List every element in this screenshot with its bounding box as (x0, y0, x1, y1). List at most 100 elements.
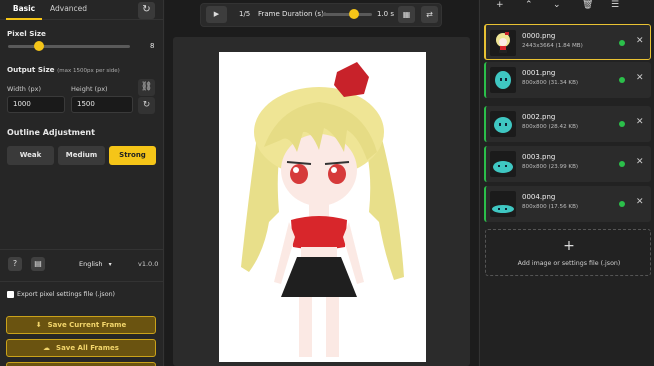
status-dot (619, 161, 625, 167)
plus-icon: + (563, 238, 575, 254)
frame-name: 0001.png (522, 69, 556, 77)
outline-medium-button[interactable]: Medium (58, 146, 105, 165)
frame-item[interactable]: 0002.png 800x800 (28.42 KB) ✕ (484, 106, 651, 142)
move-down-button[interactable]: ⌄ (553, 0, 561, 12)
export-settings-checkbox[interactable] (7, 291, 14, 298)
language-select[interactable]: English ▾ (74, 258, 116, 271)
settings-tabs: Basic Advanced ↻ (0, 0, 164, 20)
character-image (241, 62, 404, 357)
add-file-dropzone[interactable]: + Add image or settings file (.json) (485, 229, 651, 276)
outline-label: Outline Adjustment (7, 128, 95, 137)
remove-frame-button[interactable]: ✕ (636, 36, 644, 46)
frame-thumbnail (490, 151, 516, 177)
divider (0, 281, 164, 282)
clear-all-button[interactable]: ☰ (611, 0, 619, 12)
pixel-size-label: Pixel Size (7, 29, 46, 38)
frame-item[interactable]: 0003.png 800x800 (23.99 KB) ✕ (484, 146, 651, 182)
aspect-lock-button[interactable]: ⛓ (138, 79, 155, 96)
tab-basic[interactable]: Basic (6, 0, 42, 20)
export-settings-label: Export pixel settings file (.json) (17, 291, 116, 298)
pixel-size-slider[interactable] (8, 45, 130, 48)
grid-toggle-button[interactable]: ▦ (398, 6, 415, 23)
width-label: Width (px) (7, 85, 41, 93)
preview-canvas (219, 52, 426, 362)
tab-advanced[interactable]: Advanced (50, 0, 87, 20)
save-all-frames-button[interactable]: ☁ Save All Frames (6, 339, 156, 357)
frame-meta: 800x800 (31.34 KB) (522, 80, 579, 86)
close-icon: ✕ (636, 157, 644, 167)
download-icon: ⬇ (35, 321, 42, 329)
play-icon: ▶ (213, 10, 220, 18)
divider (0, 249, 164, 250)
output-size-label: Output Size (max 1500px per side) (7, 65, 120, 74)
frame-item[interactable]: 0004.png 800x800 (17.56 KB) ✕ (484, 186, 651, 222)
frame-meta: 2443x3664 (1.84 MB) (522, 43, 583, 49)
reset-button[interactable]: ↻ (138, 2, 155, 19)
help-button[interactable]: ? (8, 257, 22, 271)
frame-name: 0003.png (522, 153, 556, 161)
plus-icon: + (496, 0, 504, 10)
output-size-hint: (max 1500px per side) (57, 68, 120, 74)
close-icon: ✕ (636, 36, 644, 46)
frame-item[interactable]: 0000.png 2443x3664 (1.84 MB) ✕ (484, 24, 651, 60)
frame-name: 0002.png (522, 113, 556, 121)
close-icon: ✕ (636, 197, 644, 207)
frame-thumbnail (490, 191, 516, 217)
question-icon: ? (12, 259, 18, 268)
remove-frame-button[interactable]: ✕ (636, 197, 644, 207)
settings-panel: Basic Advanced ↻ Pixel Size 8 Output Siz… (0, 0, 164, 366)
cloud-download-icon: ☁ (43, 344, 51, 352)
add-frame-button[interactable]: + (496, 0, 504, 12)
status-dot (619, 201, 625, 207)
remove-frame-button[interactable]: ✕ (636, 73, 644, 83)
frame-meta: 800x800 (28.42 KB) (522, 124, 579, 130)
frame-meta: 800x800 (23.99 KB) (522, 164, 579, 170)
reset-size-button[interactable]: ↻ (138, 97, 155, 114)
refresh-icon: ↻ (142, 100, 151, 110)
height-label: Height (px) (71, 85, 108, 93)
outline-weak-button[interactable]: Weak (7, 146, 54, 165)
version-label: v1.0.0 (138, 260, 159, 268)
status-dot (619, 121, 625, 127)
extra-action-button[interactable] (6, 362, 156, 366)
remove-frame-button[interactable]: ✕ (636, 157, 644, 167)
frame-counter: 1/5 (239, 10, 251, 18)
grid-icon: ▦ (402, 10, 411, 19)
frame-meta: 800x800 (17.56 KB) (522, 204, 579, 210)
trash-icon: 🗑 (582, 0, 594, 10)
height-input[interactable]: 1500 (71, 96, 133, 113)
frame-duration-slider-handle[interactable] (349, 9, 359, 19)
status-dot (619, 40, 625, 46)
frame-name: 0000.png (522, 32, 556, 40)
play-button[interactable]: ▶ (206, 6, 227, 23)
width-input[interactable]: 1000 (7, 96, 65, 113)
frame-duration-label: Frame Duration (s): (258, 10, 327, 18)
link-icon: ⛓ (140, 82, 153, 92)
frame-duration-slider[interactable] (322, 13, 372, 16)
frame-name: 0004.png (522, 193, 556, 201)
chevron-up-icon: ⌃ (525, 0, 533, 10)
status-dot (619, 77, 625, 83)
docs-button[interactable]: ▤ (31, 257, 45, 271)
refresh-icon: ↻ (142, 4, 151, 15)
delete-button[interactable]: 🗑 (582, 0, 593, 12)
swap-icon: ⇄ (426, 10, 433, 19)
add-file-label: Add image or settings file (.json) (517, 260, 621, 267)
frame-thumbnail (490, 67, 516, 93)
move-up-button[interactable]: ⌃ (525, 0, 533, 12)
frame-duration-value: 1.0 s (377, 10, 395, 18)
swap-button[interactable]: ⇄ (421, 6, 438, 23)
frame-item[interactable]: 0001.png 800x800 (31.34 KB) ✕ (484, 62, 651, 98)
document-icon: ▤ (34, 259, 42, 268)
save-current-frame-button[interactable]: ⬇ Save Current Frame (6, 316, 156, 334)
pixel-size-slider-handle[interactable] (34, 41, 44, 51)
frame-thumbnail (490, 111, 516, 137)
remove-frame-button[interactable]: ✕ (636, 117, 644, 127)
chevron-down-icon: ⌄ (553, 0, 561, 10)
pixel-size-value: 8 (150, 42, 155, 50)
chevron-down-icon: ▾ (108, 261, 112, 268)
close-icon: ✕ (636, 73, 644, 83)
close-icon: ✕ (636, 117, 644, 127)
outline-strong-button[interactable]: Strong (109, 146, 156, 165)
frame-thumbnail (490, 30, 516, 56)
